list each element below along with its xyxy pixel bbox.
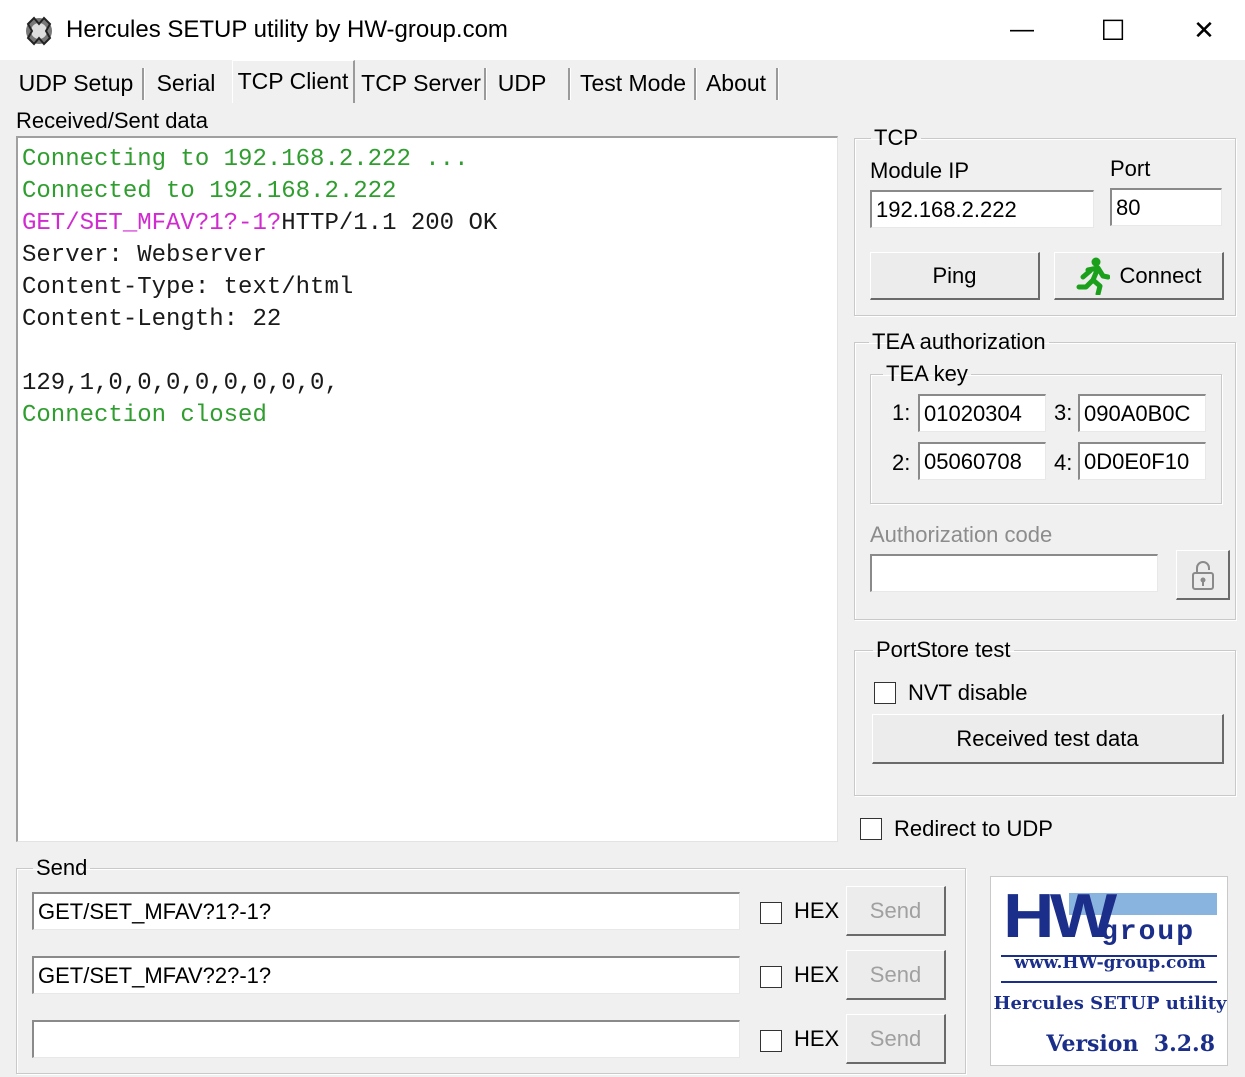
hex-checkbox-2[interactable] [760, 966, 782, 988]
tab-tcp-client[interactable]: TCP Client [232, 60, 355, 103]
console-text: HTTP/1.1 200 OK [281, 210, 498, 237]
tab-separator [568, 68, 571, 100]
send-input-1[interactable]: GET/SET_MFAV?1?-1? [32, 892, 740, 930]
tea-key-2-label: 2: [892, 450, 911, 475]
connect-button-label: Connect [1119, 262, 1202, 288]
tea-key-3-label: 3: [1054, 400, 1073, 425]
send-input-2[interactable]: GET/SET_MFAV?2?-1? [32, 956, 740, 994]
console-line: 129,1,0,0,0,0,0,0,0,0, [22, 368, 833, 400]
logo-divider [1001, 981, 1217, 983]
hercules-app-icon [26, 16, 52, 46]
received-test-data-label: Received test data [956, 725, 1139, 751]
module-ip-input[interactable]: 192.168.2.222 [870, 190, 1094, 228]
send-input-3[interactable] [32, 1020, 740, 1058]
console-text: Connection closed [22, 402, 267, 429]
minimize-icon: — [1010, 16, 1034, 43]
tab-separator [484, 68, 487, 100]
hw-logo-group-text: group [1101, 917, 1196, 948]
tea-authorization-label: TEA authorization [872, 329, 1046, 354]
console-line: Server: Webserver [22, 240, 833, 272]
port-label: Port [1110, 156, 1151, 181]
tab-udp-setup[interactable]: UDP Setup [12, 66, 140, 100]
close-button[interactable]: ✕ [1158, 6, 1245, 54]
redirect-to-udp-checkbox[interactable] [860, 818, 882, 840]
console-line: Connected to 192.168.2.222 [22, 176, 833, 208]
title-bar: Hercules SETUP utility by HW-group.com —… [0, 0, 1245, 60]
console-text: Connected to 192.168.2.222 [22, 178, 397, 205]
tcp-group-label: TCP [874, 125, 918, 150]
redirect-to-udp-label: Redirect to UDP [894, 816, 1053, 841]
padlock-icon [1191, 560, 1214, 590]
tab-serial[interactable]: Serial [146, 66, 226, 100]
authorization-code-label: Authorization code [870, 522, 1053, 547]
send-button-2-label: Send [869, 961, 922, 987]
console-text: Content-Length: 22 [22, 306, 282, 333]
authorization-code-input[interactable] [870, 554, 1158, 592]
minimize-button[interactable]: — [976, 6, 1068, 54]
console-line: Content-Type: text/html [22, 272, 833, 304]
console-text: Server: Webserver [22, 242, 267, 269]
close-icon: ✕ [1193, 14, 1215, 45]
hex-checkbox-3[interactable] [760, 1030, 782, 1052]
send-button-2[interactable]: Send [846, 950, 946, 1000]
nvt-disable-checkbox[interactable] [874, 682, 896, 704]
console-text: Connecting to 192.168.2.222 ... [22, 146, 469, 173]
running-man-icon [1076, 257, 1110, 295]
console-line: Connection closed [22, 400, 833, 432]
console-text: 129,1,0,0,0,0,0,0,0,0, [22, 370, 339, 397]
received-sent-console[interactable]: Connecting to 192.168.2.222 ... Connected… [16, 136, 838, 842]
maximize-icon: ☐ [1100, 14, 1126, 46]
tea-key-1-input[interactable]: 01020304 [918, 394, 1046, 432]
ping-button[interactable]: Ping [870, 252, 1040, 300]
tab-bar: UDP Setup Serial TCP Client TCP Server U… [10, 60, 1240, 103]
portstore-test-label: PortStore test [876, 637, 1011, 662]
logo-version: Version 3.2.8 [1046, 1031, 1215, 1057]
tea-key-4-input[interactable]: 0D0E0F10 [1078, 442, 1206, 480]
tea-key-1-label: 1: [892, 400, 911, 425]
tea-key-label: TEA key [886, 361, 968, 386]
send-button-1[interactable]: Send [846, 886, 946, 936]
hw-logo-mark: HW group [1003, 883, 1217, 951]
ping-button-label: Ping [932, 262, 977, 288]
hw-group-logo: HW group www.HW-group.com Hercules SETUP… [990, 876, 1228, 1066]
tea-key-4-label: 4: [1054, 450, 1073, 475]
console-line: GET/SET_MFAV?1?-1?HTTP/1.1 200 OK [22, 208, 833, 240]
module-ip-label: Module IP [870, 158, 970, 183]
tab-separator [694, 68, 697, 100]
tea-key-3-input[interactable]: 090A0B0C [1078, 394, 1206, 432]
nvt-disable-label: NVT disable [908, 680, 1028, 705]
logo-url: www.HW-group.com [1014, 953, 1206, 973]
tab-separator [776, 68, 779, 100]
console-line: Content-Length: 22 [22, 304, 833, 336]
unlock-button[interactable] [1176, 550, 1230, 600]
console-line: Connecting to 192.168.2.222 ... [22, 144, 833, 176]
tab-udp[interactable]: UDP [488, 66, 556, 100]
hex-label-2: HEX [794, 962, 840, 987]
tab-test-mode[interactable]: Test Mode [574, 66, 692, 100]
tab-about[interactable]: About [700, 66, 772, 100]
hex-label-3: HEX [794, 1026, 840, 1051]
connect-button[interactable]: Connect [1054, 252, 1224, 300]
console-text: GET/SET_MFAV?1?-1? [22, 210, 282, 237]
window-title: Hercules SETUP utility by HW-group.com [66, 16, 508, 43]
port-input[interactable]: 80 [1110, 188, 1222, 226]
hex-checkbox-1[interactable] [760, 902, 782, 924]
received-test-data-button[interactable]: Received test data [872, 714, 1224, 764]
tea-key-group: TEA key [870, 362, 1222, 504]
hw-logo-letters: HW [1003, 882, 1117, 951]
hex-label-1: HEX [794, 898, 840, 923]
received-sent-label: Received/Sent data [16, 108, 209, 133]
send-button-3[interactable]: Send [846, 1014, 946, 1064]
send-button-3-label: Send [869, 1025, 922, 1051]
logo-product-name: Hercules SETUP utility [993, 993, 1227, 1014]
tea-key-2-input[interactable]: 05060708 [918, 442, 1046, 480]
tab-separator [142, 68, 145, 100]
send-button-1-label: Send [869, 897, 922, 923]
console-text: Content-Type: text/html [22, 274, 354, 301]
send-group-label: Send [36, 855, 88, 880]
maximize-button[interactable]: ☐ [1067, 6, 1159, 54]
tab-tcp-server[interactable]: TCP Server [360, 66, 482, 100]
